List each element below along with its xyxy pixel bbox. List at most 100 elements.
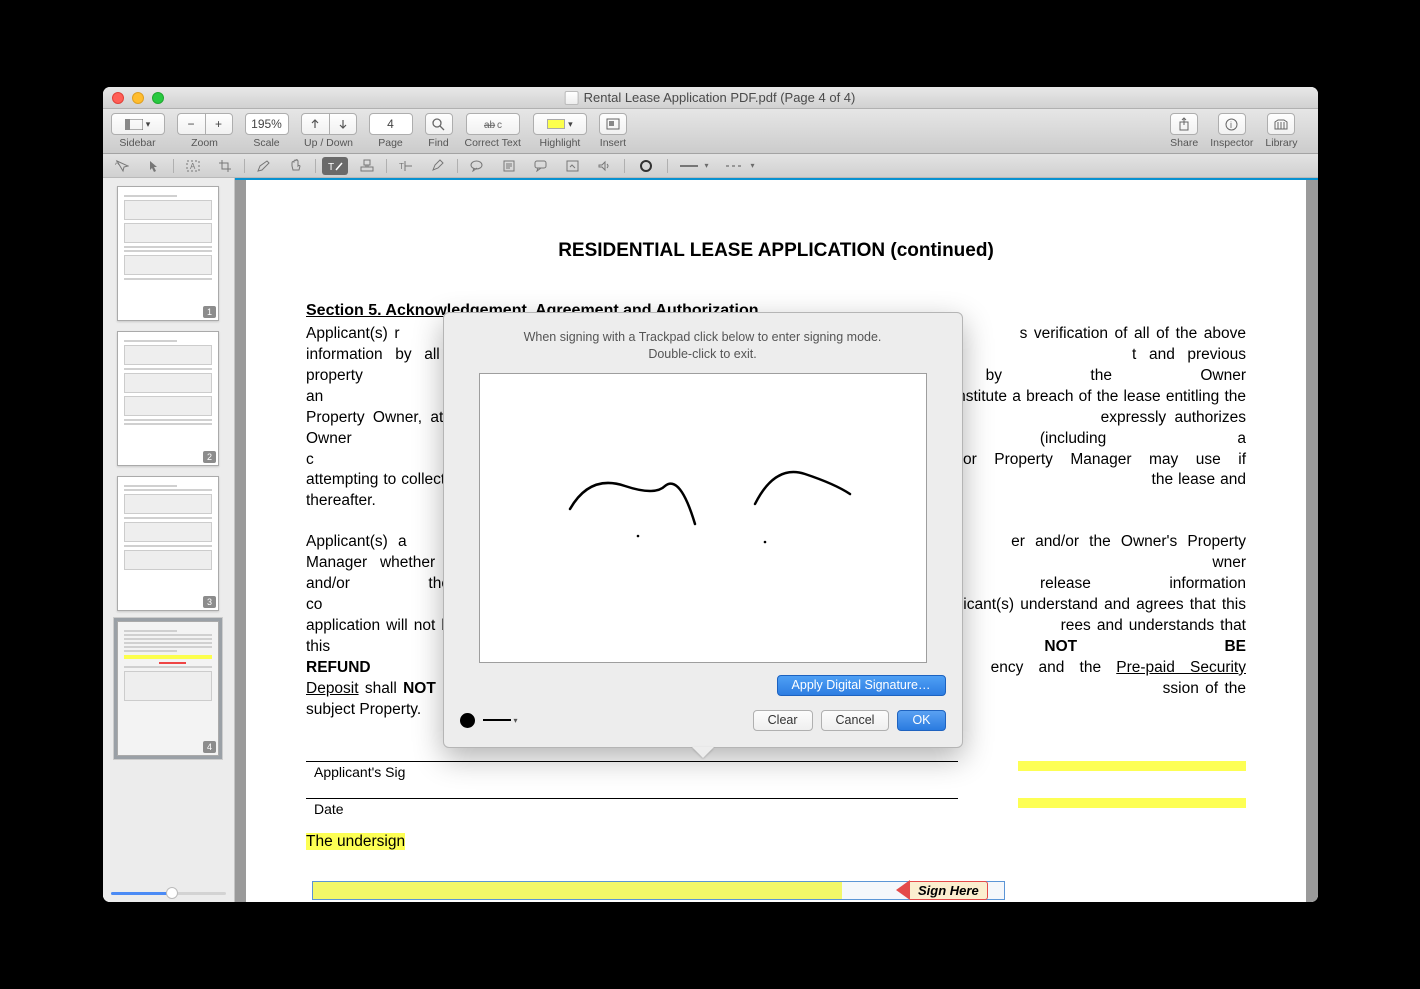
pdf-icon <box>565 91 579 105</box>
highlighter-tool[interactable] <box>425 157 451 175</box>
close-button[interactable] <box>112 92 124 104</box>
text-box-tool[interactable]: A <box>180 157 206 175</box>
share-label: Share <box>1170 137 1198 149</box>
highlight-button[interactable]: ▾ <box>533 113 587 135</box>
correct-text-button[interactable]: abc <box>466 113 520 135</box>
shape-tool[interactable] <box>631 157 661 175</box>
main-toolbar: ▾ Sidebar − + Zoom 195% Scale <box>103 109 1318 154</box>
svg-text:ab: ab <box>484 120 496 130</box>
highlighter-icon <box>431 159 444 172</box>
line-icon <box>678 162 704 170</box>
highlight-icon <box>547 119 565 129</box>
form-text-icon: T <box>399 161 413 171</box>
sidebar-button[interactable]: ▾ <box>111 113 165 135</box>
signature-canvas[interactable] <box>479 373 927 663</box>
search-icon <box>432 118 445 131</box>
page-up-button[interactable] <box>301 113 329 135</box>
inspector-button[interactable]: i <box>1218 113 1246 135</box>
comment-icon <box>470 160 483 172</box>
library-button[interactable] <box>1267 113 1295 135</box>
page-field[interactable]: 4 <box>369 113 413 135</box>
line-end-tool[interactable]: ▾ <box>720 157 760 175</box>
form-text-tool[interactable]: T <box>393 157 419 175</box>
hand-icon <box>289 159 302 172</box>
signature-tool[interactable]: T <box>322 157 348 175</box>
sidebar-label: Sidebar <box>119 137 155 149</box>
insert-icon <box>606 118 620 130</box>
updown-label: Up / Down <box>304 137 353 149</box>
stamp-tool[interactable] <box>354 157 380 175</box>
find-button[interactable] <box>425 113 453 135</box>
signature-thickness-selector[interactable]: ▾ <box>483 716 518 725</box>
line-end-icon <box>724 162 750 170</box>
window-title-text: Rental Lease Application PDF.pdf (Page 4… <box>584 90 856 105</box>
circle-icon <box>639 159 653 173</box>
popover-button-row: ▾ Clear Cancel OK <box>460 710 946 731</box>
crop-tool[interactable] <box>212 157 238 175</box>
cancel-button[interactable]: Cancel <box>821 710 890 731</box>
window-title: Rental Lease Application PDF.pdf (Page 4… <box>565 90 856 105</box>
pointer-tool[interactable] <box>141 157 167 175</box>
signature-row-2: Date <box>306 798 1246 817</box>
info-icon: i <box>1225 118 1238 131</box>
thumbnail-page-3[interactable]: 3 <box>117 476 219 611</box>
annotation-toolbar: A A T T ▾ ▾ <box>103 154 1318 178</box>
app-window: Rental Lease Application PDF.pdf (Page 4… <box>103 87 1318 902</box>
broker-signature-area: Sign Here <box>306 881 1246 902</box>
pointer-icon <box>149 160 159 172</box>
signature-row-1: Applicant's Sig <box>306 761 1246 780</box>
thumbnail-page-4[interactable]: 4 <box>117 621 219 756</box>
pencil-icon <box>257 160 271 172</box>
svg-text:T: T <box>399 162 404 171</box>
scale-label: Scale <box>253 137 279 149</box>
page-label: Page <box>378 137 403 149</box>
clear-button[interactable]: Clear <box>753 710 813 731</box>
draw-tool[interactable] <box>251 157 277 175</box>
svg-text:A: A <box>115 161 119 167</box>
apply-digital-signature-button[interactable]: Apply Digital Signature… <box>777 675 946 696</box>
scale-field[interactable]: 195% <box>245 113 289 135</box>
thumbnail-page-2[interactable]: 2 <box>117 331 219 466</box>
sound-tool[interactable] <box>592 157 618 175</box>
link-tool[interactable] <box>560 157 586 175</box>
crop-icon <box>219 160 231 172</box>
share-icon <box>1178 117 1190 131</box>
thumbnail-number: 3 <box>203 596 216 608</box>
thumbnail-number: 1 <box>203 306 216 318</box>
correct-text-icon: abc <box>483 118 503 130</box>
find-label: Find <box>428 137 448 149</box>
correct-text-label: Correct Text <box>465 137 521 149</box>
note-tool[interactable] <box>496 157 522 175</box>
date-label: Date <box>306 801 958 817</box>
sound-icon <box>598 160 611 172</box>
minimize-button[interactable] <box>132 92 144 104</box>
text-select-tool[interactable]: A <box>109 157 135 175</box>
zoom-out-button[interactable]: − <box>177 113 205 135</box>
signature-popover: When signing with a Trackpad click below… <box>443 312 963 748</box>
thumbnail-page-1[interactable]: 1 <box>117 186 219 321</box>
page-down-button[interactable] <box>329 113 357 135</box>
insert-button[interactable] <box>599 113 627 135</box>
zoom-in-button[interactable]: + <box>205 113 233 135</box>
signature-color-selector[interactable] <box>460 713 475 728</box>
comment-tool[interactable] <box>464 157 490 175</box>
link-icon <box>566 160 579 172</box>
highlight-label: Highlight <box>539 137 580 149</box>
thumbnail-size-slider[interactable] <box>111 892 226 896</box>
sign-here-tag[interactable]: Sign Here <box>896 881 988 900</box>
callout-tool[interactable] <box>528 157 554 175</box>
ok-button[interactable]: OK <box>897 710 945 731</box>
thumbnail-sidebar[interactable]: 1 2 3 4 <box>103 178 235 902</box>
maximize-button[interactable] <box>152 92 164 104</box>
svg-text:i: i <box>1230 120 1232 130</box>
page-heading: RESIDENTIAL LEASE APPLICATION (continued… <box>306 240 1246 262</box>
share-button[interactable] <box>1170 113 1198 135</box>
svg-text:A: A <box>190 162 196 171</box>
sign-here-label: Sign Here <box>910 881 988 900</box>
signature-drawing <box>480 374 928 664</box>
hand-tool[interactable] <box>283 157 309 175</box>
inspector-label: Inspector <box>1210 137 1253 149</box>
line-style-tool[interactable]: ▾ <box>674 157 714 175</box>
note-icon <box>503 160 515 172</box>
popover-instructions: When signing with a Trackpad click below… <box>460 329 946 363</box>
